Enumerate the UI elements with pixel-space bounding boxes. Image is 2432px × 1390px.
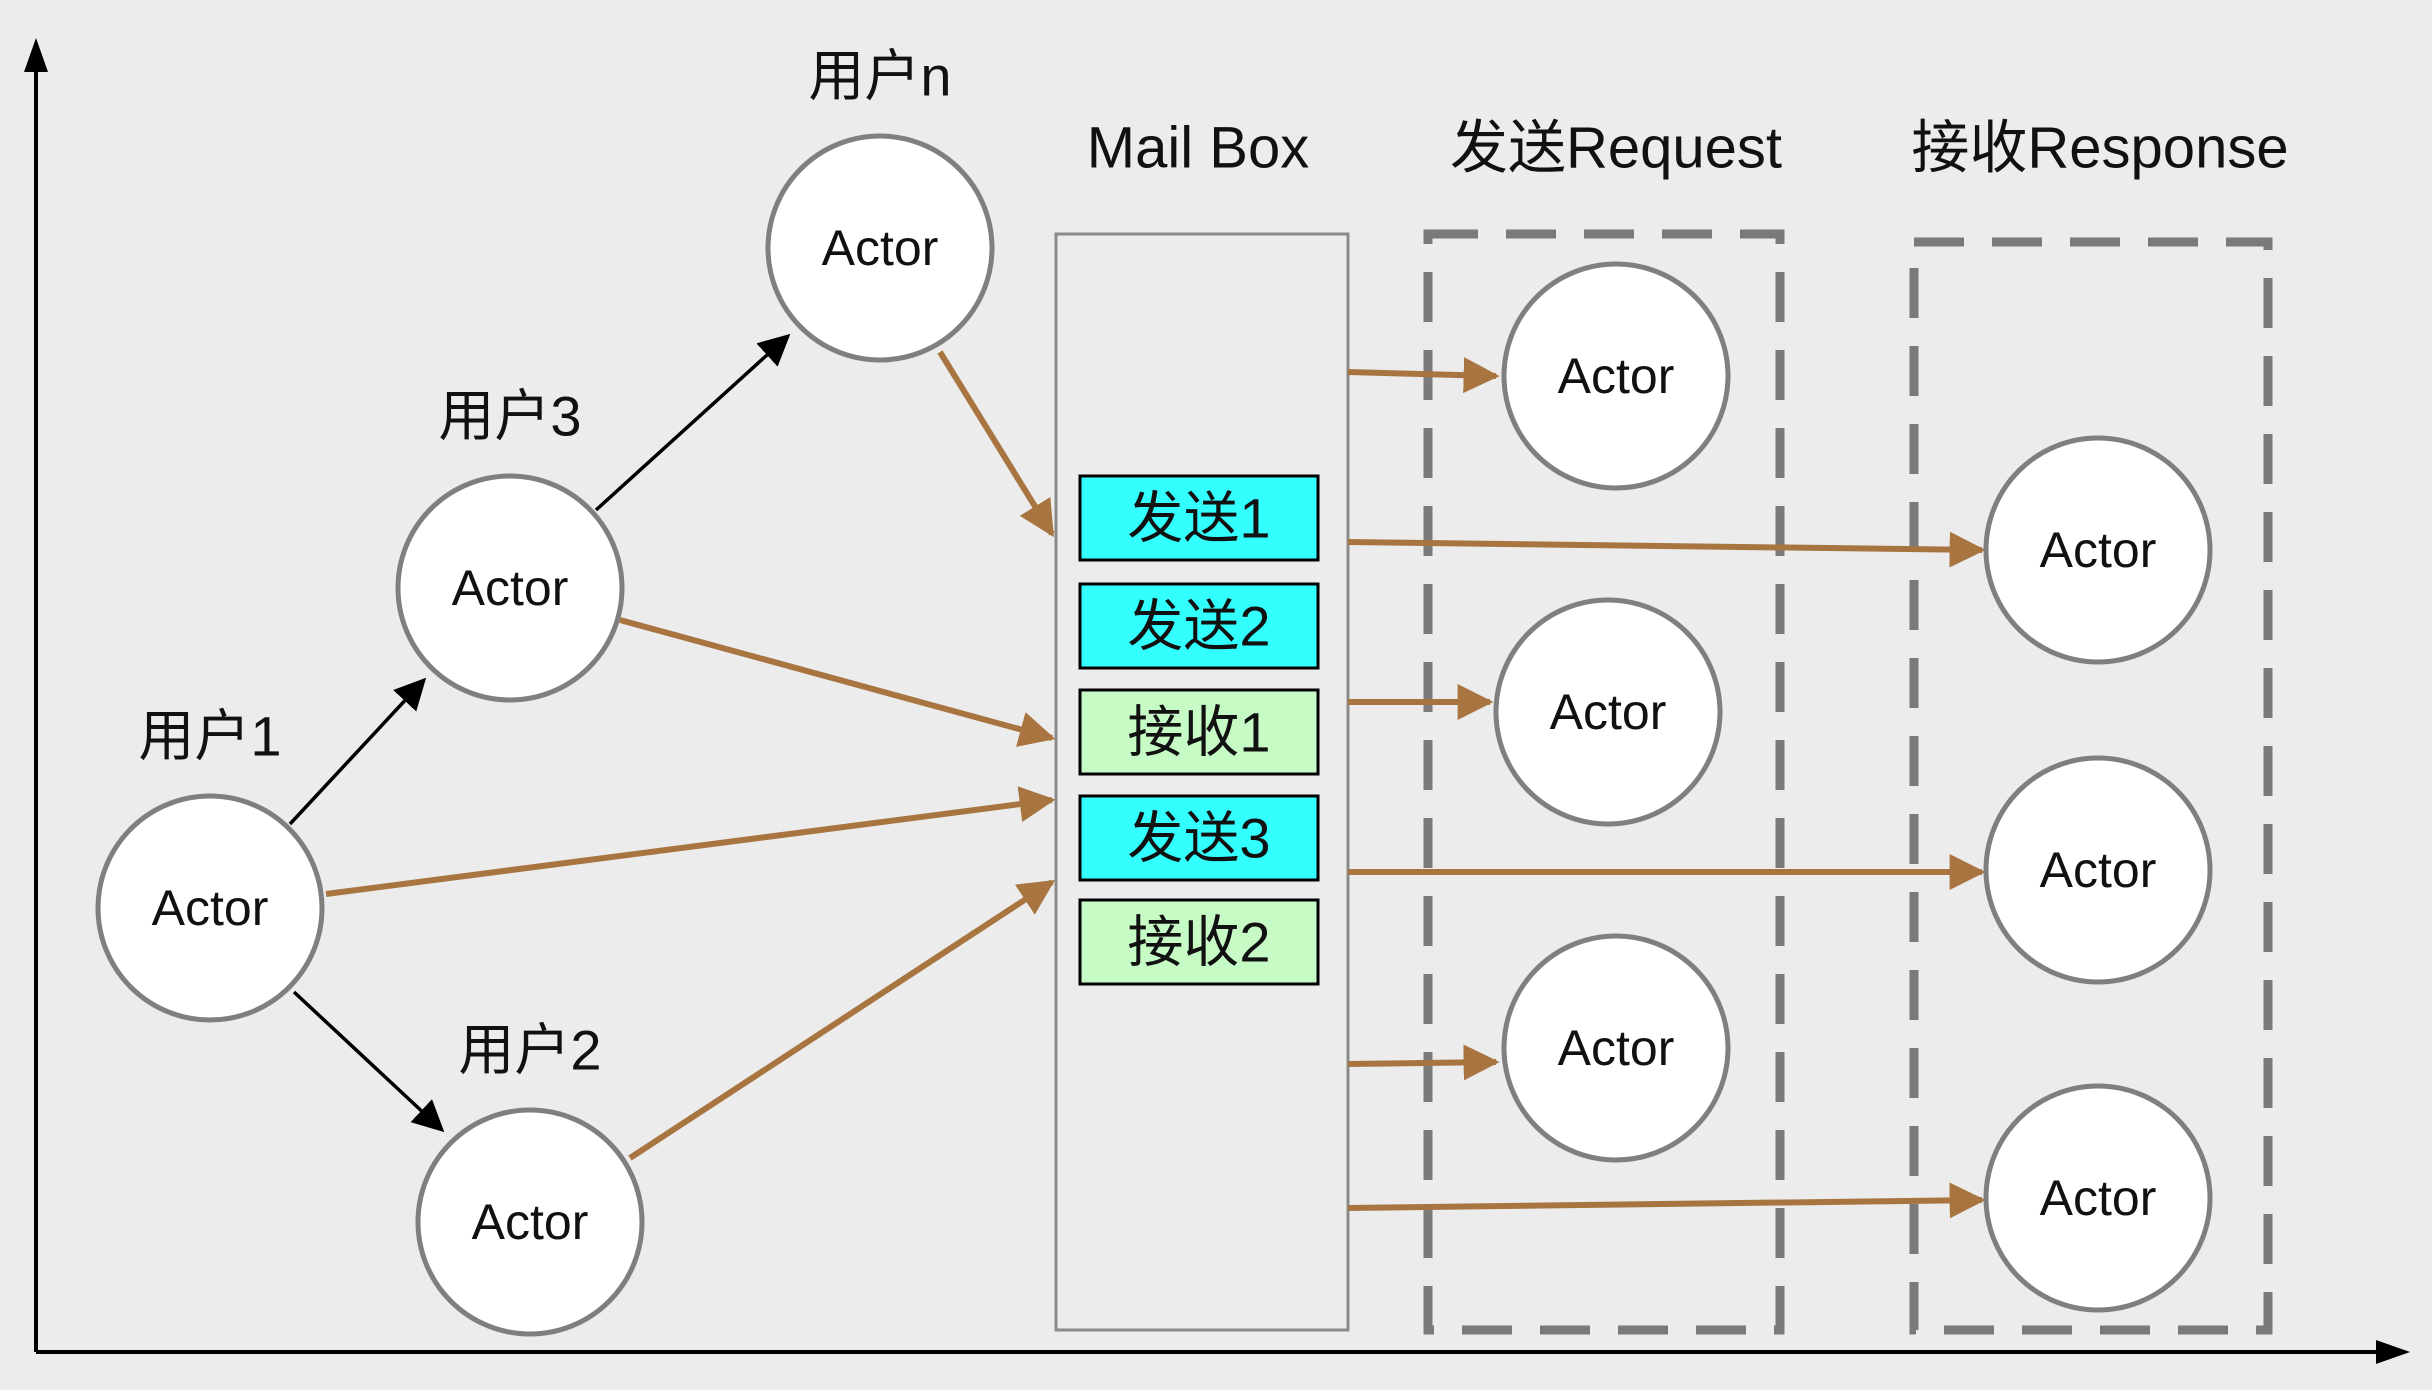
message-label: 发送1: [1127, 487, 1270, 550]
mailbox-message: 发送1: [1078, 474, 1320, 562]
actor-label: Actor: [822, 220, 939, 276]
user-label: 用户2: [458, 1019, 601, 1082]
mailbox-message: 接收1: [1078, 688, 1320, 776]
message-label: 接收2: [1127, 911, 1270, 974]
actor-label: Actor: [452, 560, 569, 616]
mailbox-title: Mail Box: [1087, 116, 1309, 181]
message-label: 发送3: [1127, 807, 1270, 870]
user-label: 用户3: [438, 385, 581, 448]
arrow-to-request-actor-3: [1347, 1044, 1500, 1081]
actor-label: Actor: [472, 1194, 589, 1250]
actor-label: Actor: [2040, 1170, 2157, 1226]
actor-label: Actor: [152, 880, 269, 936]
mailbox-message: 发送2: [1078, 582, 1320, 670]
request-actor: Actor: [1501, 261, 1731, 491]
mailbox-message: 接收2: [1078, 898, 1320, 986]
actor-label: Actor: [2040, 842, 2157, 898]
request-actor: Actor: [1493, 597, 1723, 827]
actor-label: Actor: [1550, 684, 1667, 740]
arrow-to-request-actor-1: [1347, 357, 1500, 394]
user-label: 用户n: [808, 45, 951, 108]
mailbox-message: 发送3: [1078, 794, 1320, 882]
actor-label: Actor: [2040, 522, 2157, 578]
request-group-title: 发送Request: [1450, 116, 1782, 181]
actor-label: Actor: [1558, 1020, 1675, 1076]
actor-label: Actor: [1558, 348, 1675, 404]
message-label: 发送2: [1127, 595, 1270, 658]
user-label: 用户1: [138, 705, 281, 768]
message-label: 接收1: [1127, 701, 1270, 764]
response-actor: Actor: [1983, 755, 2213, 985]
actor-mailbox-diagram: Actor 用户1 Actor 用户3 Actor 用户n Actor 用户2 …: [0, 0, 2432, 1390]
request-actor: Actor: [1501, 933, 1731, 1163]
response-group-title: 接收Response: [1911, 116, 2288, 181]
response-actor: Actor: [1983, 1083, 2213, 1313]
response-actor: Actor: [1983, 435, 2213, 665]
